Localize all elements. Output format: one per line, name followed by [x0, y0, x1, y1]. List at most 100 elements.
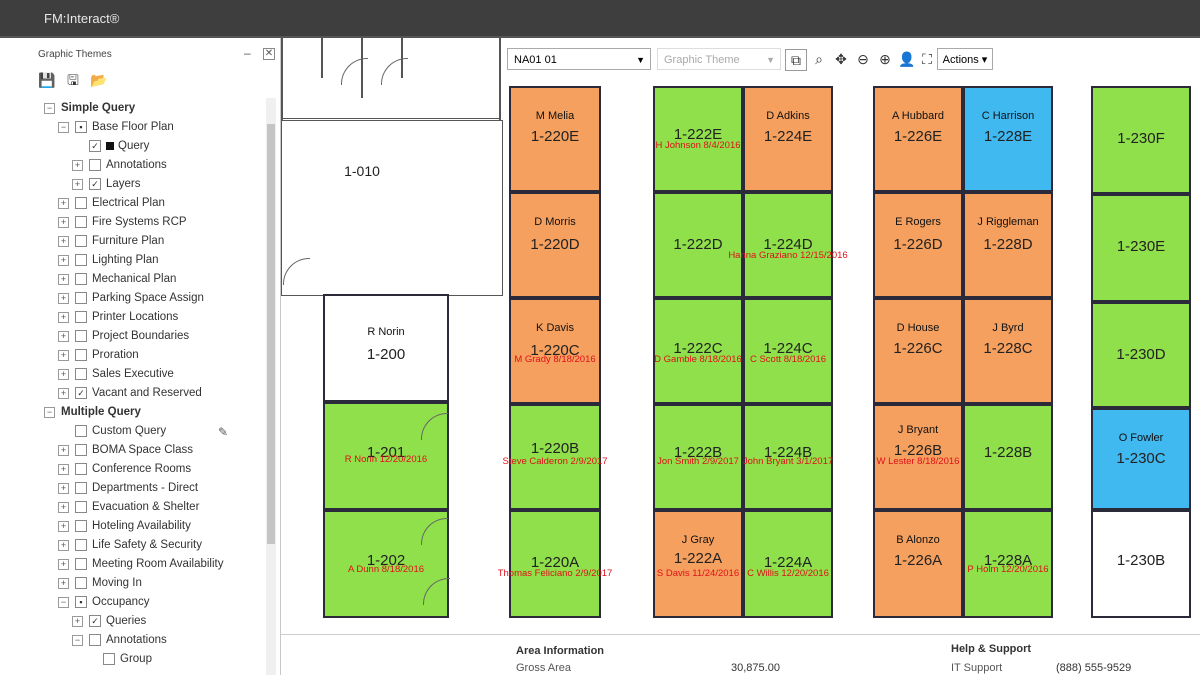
- room-1-228B[interactable]: 1-228B: [963, 404, 1053, 510]
- tree-item[interactable]: + Parking Space Assign: [58, 292, 204, 311]
- tree-item[interactable]: + Evacuation & Shelter: [58, 501, 199, 520]
- zoom-in-icon[interactable]: ⊕: [875, 49, 895, 69]
- tree-checkbox[interactable]: ✓: [75, 387, 87, 399]
- room-1-230F[interactable]: 1-230F: [1091, 86, 1191, 194]
- tree-item[interactable]: + ✓ Queries: [72, 615, 146, 634]
- expand-icon[interactable]: +: [72, 178, 83, 190]
- tree-item[interactable]: + Meeting Room Availability: [58, 558, 223, 577]
- expand-icon[interactable]: +: [58, 273, 69, 285]
- zoom-out-icon[interactable]: ⊖: [853, 49, 873, 69]
- select-tool-icon[interactable]: ⧉: [785, 49, 807, 71]
- tree-checkbox[interactable]: [75, 292, 87, 304]
- room-1-228A[interactable]: 1-228A P Holm 12/20/2016: [963, 510, 1053, 618]
- open-folder-icon[interactable]: 📂: [90, 71, 108, 89]
- room-1-226B[interactable]: J Bryant 1-226B W Lester 8/18/2016: [873, 404, 963, 510]
- expand-icon[interactable]: +: [58, 387, 69, 399]
- room-1-226C[interactable]: D House 1-226C: [873, 298, 963, 404]
- room-1-222C[interactable]: 1-222C D Gamble 8/18/2016: [653, 298, 743, 404]
- expand-icon[interactable]: +: [58, 254, 69, 266]
- tree-item[interactable]: + Annotations: [72, 159, 167, 178]
- tree-checkbox[interactable]: ✓: [89, 615, 101, 627]
- tree-checkbox[interactable]: [75, 577, 87, 589]
- tree-item[interactable]: − Multiple Query: [44, 406, 141, 425]
- tree-item[interactable]: + Furniture Plan: [58, 235, 164, 254]
- save-as-icon[interactable]: 🖫: [64, 71, 82, 89]
- tree-checkbox[interactable]: ▪: [75, 121, 87, 133]
- floor-plan-viewer[interactable]: NA01 01 ▼ Graphic Theme ▼ ⧉ ⌕ ✥ ⊖ ⊕ 👤 ⛶ Ac…: [281, 38, 1200, 675]
- collapse-icon[interactable]: −: [72, 634, 83, 646]
- tree-item[interactable]: + Conference Rooms: [58, 463, 191, 482]
- room-1-224D[interactable]: 1-224D Hanna Graziano 12/15/2016: [728, 192, 848, 298]
- room-1-226E[interactable]: A Hubbard 1-226E: [873, 86, 963, 192]
- tree-checkbox[interactable]: [75, 349, 87, 361]
- pan-icon[interactable]: ✥: [831, 49, 851, 69]
- tree-item[interactable]: + Moving In: [58, 577, 142, 596]
- room-1-220A[interactable]: 1-220A Thomas Feliciano 2/9/2017: [498, 510, 612, 618]
- tree-item[interactable]: + Lighting Plan: [58, 254, 159, 273]
- tree-checkbox[interactable]: [75, 425, 87, 437]
- room-1-220C[interactable]: K Davis 1-220C M Grady 8/18/2016: [509, 298, 601, 404]
- collapse-icon[interactable]: −: [44, 406, 55, 418]
- room-1-222A[interactable]: J Gray 1-222A S Davis 11/24/2016: [653, 510, 743, 618]
- room-1-220E[interactable]: M Melia 1-220E: [509, 86, 601, 192]
- tree-checkbox[interactable]: [75, 311, 87, 323]
- room-1-230E[interactable]: 1-230E: [1091, 194, 1191, 302]
- tree-checkbox[interactable]: ▪: [75, 596, 87, 608]
- close-icon[interactable]: ✕: [263, 48, 275, 60]
- tree-item[interactable]: Custom Query ✎: [58, 425, 228, 444]
- expand-icon[interactable]: +: [72, 615, 83, 627]
- tree-checkbox[interactable]: [75, 482, 87, 494]
- tree-checkbox[interactable]: [103, 653, 115, 665]
- tree-item[interactable]: − Annotations: [72, 634, 167, 653]
- tree-item[interactable]: + Printer Locations: [58, 311, 178, 330]
- tree-checkbox[interactable]: [75, 444, 87, 456]
- tree-item[interactable]: + Departments - Direct: [58, 482, 198, 501]
- tree-item[interactable]: − Simple Query: [44, 102, 135, 121]
- tree-checkbox[interactable]: [75, 216, 87, 228]
- room-1-224A[interactable]: 1-224A C Willis 12/20/2016: [743, 510, 833, 618]
- tree-checkbox[interactable]: [89, 159, 101, 171]
- tree-item[interactable]: + BOMA Space Class: [58, 444, 193, 463]
- room-1-226D[interactable]: E Rogers 1-226D: [873, 192, 963, 298]
- expand-icon[interactable]: +: [58, 235, 69, 247]
- room-1-228C[interactable]: J Byrd 1-228C: [963, 298, 1053, 404]
- tree-item[interactable]: + Mechanical Plan: [58, 273, 176, 292]
- expand-icon[interactable]: +: [58, 539, 69, 551]
- tree-item[interactable]: + Project Boundaries: [58, 330, 189, 349]
- tree-checkbox[interactable]: [75, 368, 87, 380]
- expand-icon[interactable]: +: [58, 349, 69, 361]
- room-1-224E[interactable]: D Adkins 1-224E: [743, 86, 833, 192]
- room-1-230B[interactable]: 1-230B: [1091, 510, 1191, 618]
- tree-item[interactable]: + ✓ Vacant and Reserved: [58, 387, 202, 406]
- tree-checkbox[interactable]: [75, 197, 87, 209]
- room-1-200[interactable]: R Norin 1-200: [323, 294, 449, 402]
- tree-item[interactable]: ✓ Query: [72, 140, 149, 159]
- expand-icon[interactable]: +: [72, 159, 83, 171]
- tree-checkbox[interactable]: [75, 520, 87, 532]
- expand-icon[interactable]: +: [58, 216, 69, 228]
- room-1-228E[interactable]: C Harrison 1-228E: [963, 86, 1053, 192]
- tree-checkbox[interactable]: [75, 273, 87, 285]
- tree-checkbox[interactable]: [75, 558, 87, 570]
- room-1-224B[interactable]: 1-224B John Bryant 3/1/2017: [743, 404, 833, 510]
- actions-button[interactable]: Actions ▾: [937, 48, 993, 70]
- save-icon[interactable]: 💾: [38, 71, 56, 89]
- tree-item[interactable]: + Hoteling Availability: [58, 520, 191, 539]
- tree-item[interactable]: + Life Safety & Security: [58, 539, 202, 558]
- tree-item[interactable]: − ▪ Base Floor Plan: [58, 121, 174, 140]
- room-1-228D[interactable]: J Riggleman 1-228D: [963, 192, 1053, 298]
- expand-icon[interactable]: +: [58, 330, 69, 342]
- tree-checkbox[interactable]: [75, 463, 87, 475]
- room-1-220B[interactable]: 1-220B Steve Calderon 2/9/2017: [502, 404, 608, 510]
- room-1-222E[interactable]: 1-222E H Johnson 8/4/2016: [653, 86, 743, 192]
- tree-checkbox[interactable]: [75, 539, 87, 551]
- tree-checkbox[interactable]: [75, 330, 87, 342]
- expand-icon[interactable]: +: [58, 558, 69, 570]
- edit-pencil-icon[interactable]: ✎: [218, 425, 228, 439]
- tree-checkbox[interactable]: [75, 501, 87, 513]
- room-1-010[interactable]: 1-010: [281, 120, 503, 296]
- tree-item[interactable]: + Proration: [58, 349, 139, 368]
- tree-checkbox[interactable]: [89, 634, 101, 646]
- tree-checkbox[interactable]: [75, 235, 87, 247]
- tree-item[interactable]: + ✓ Layers: [72, 178, 141, 197]
